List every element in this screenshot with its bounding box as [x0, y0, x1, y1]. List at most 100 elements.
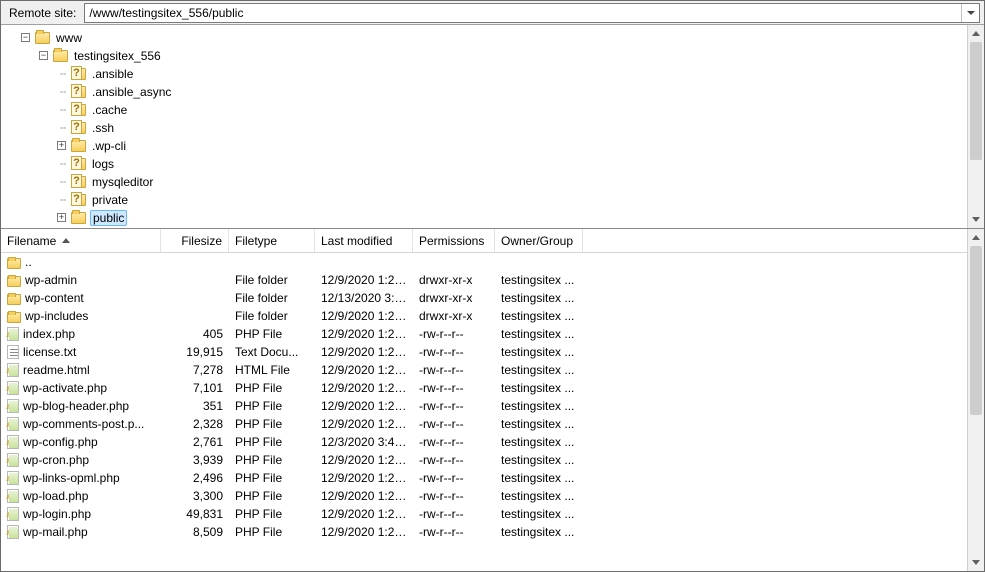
file-perm: -rw-r--r--	[413, 453, 495, 467]
file-row[interactable]: wp-adminFile folder12/9/2020 1:22:...drw…	[1, 271, 967, 289]
file-mod: 12/3/2020 3:43:...	[315, 435, 413, 449]
tree-node[interactable]: mysqleditor	[71, 173, 967, 191]
file-size: 2,328	[161, 417, 229, 431]
file-size: 405	[161, 327, 229, 341]
tree-node[interactable]: +.wp-cli	[71, 137, 967, 155]
remote-path-dropdown-button[interactable]	[961, 4, 979, 22]
scroll-track[interactable]	[968, 246, 984, 554]
php-icon	[7, 525, 19, 539]
file-row[interactable]: license.txt19,915Text Docu...12/9/2020 1…	[1, 343, 967, 361]
tree-label: testingsitex_556	[72, 49, 163, 63]
file-size: 3,939	[161, 453, 229, 467]
remote-path-input[interactable]	[85, 4, 961, 22]
collapse-icon[interactable]: −	[21, 33, 30, 42]
file-own: testingsitex ...	[495, 525, 583, 539]
remote-file-list-pane: Filename Filesize Filetype Last modified…	[1, 229, 984, 571]
file-mod: 12/9/2020 1:22:...	[315, 273, 413, 287]
file-name-cell: wp-activate.php	[1, 381, 161, 395]
php-icon	[7, 453, 19, 467]
file-row[interactable]: wp-includesFile folder12/9/2020 1:23:...…	[1, 307, 967, 325]
file-name-cell: wp-links-opml.php	[1, 471, 161, 485]
chevron-down-icon	[972, 560, 980, 565]
file-row[interactable]: wp-links-opml.php2,496PHP File12/9/2020 …	[1, 469, 967, 487]
file-perm: drwxr-xr-x	[413, 309, 495, 323]
scroll-down-button[interactable]	[968, 211, 984, 228]
scroll-thumb[interactable]	[970, 42, 982, 160]
expand-icon[interactable]: +	[57, 141, 66, 150]
file-type: Text Docu...	[229, 345, 315, 359]
file-row[interactable]: readme.html7,278HTML File12/9/2020 1:22:…	[1, 361, 967, 379]
column-header-owner[interactable]: Owner/Group	[495, 229, 583, 252]
file-row[interactable]: wp-mail.php8,509PHP File12/9/2020 1:22:.…	[1, 523, 967, 541]
file-own: testingsitex ...	[495, 507, 583, 521]
file-row[interactable]: wp-blog-header.php351PHP File12/9/2020 1…	[1, 397, 967, 415]
tree-scrollbar[interactable]	[967, 25, 984, 228]
tree-node[interactable]: private	[71, 191, 967, 209]
file-perm: -rw-r--r--	[413, 417, 495, 431]
collapse-icon[interactable]: −	[39, 51, 48, 60]
chevron-down-icon	[972, 217, 980, 222]
expand-icon[interactable]: +	[57, 213, 66, 222]
filelist-scrollbar[interactable]	[967, 229, 984, 571]
column-header-filesize[interactable]: Filesize	[161, 229, 229, 252]
file-row[interactable]: wp-activate.php7,101PHP File12/9/2020 1:…	[1, 379, 967, 397]
file-row[interactable]: wp-load.php3,300PHP File12/9/2020 1:22:.…	[1, 487, 967, 505]
file-own: testingsitex ...	[495, 273, 583, 287]
file-row[interactable]: wp-login.php49,831PHP File12/9/2020 1:22…	[1, 505, 967, 523]
file-mod: 12/13/2020 3:4...	[315, 291, 413, 305]
tree-node-www[interactable]: − www	[35, 29, 967, 47]
file-row[interactable]: index.php405PHP File12/9/2020 1:22:...-r…	[1, 325, 967, 343]
tree-leaf-icon	[60, 127, 66, 129]
tree-node-site[interactable]: − testingsitex_556	[53, 47, 967, 65]
remote-path-field-wrap[interactable]	[84, 3, 980, 23]
file-own: testingsitex ...	[495, 309, 583, 323]
scroll-up-button[interactable]	[968, 229, 984, 246]
tree-node[interactable]: .ansible	[71, 65, 967, 83]
file-name-cell: wp-login.php	[1, 507, 161, 521]
scroll-thumb[interactable]	[970, 246, 982, 415]
tree-node[interactable]: logs	[71, 155, 967, 173]
folder-unknown-icon	[71, 104, 86, 116]
tree-label: .ssh	[90, 121, 116, 135]
sort-asc-icon	[62, 238, 70, 243]
file-list-headers: Filename Filesize Filetype Last modified…	[1, 229, 967, 253]
file-own: testingsitex ...	[495, 453, 583, 467]
chevron-up-icon	[972, 235, 980, 240]
column-header-label: Filetype	[235, 234, 277, 248]
file-row[interactable]: wp-cron.php3,939PHP File12/9/2020 1:22:.…	[1, 451, 967, 469]
column-header-filename[interactable]: Filename	[1, 229, 161, 252]
scroll-track[interactable]	[968, 42, 984, 211]
file-row[interactable]: wp-comments-post.p...2,328PHP File12/9/2…	[1, 415, 967, 433]
file-row[interactable]: wp-config.php2,761PHP File12/3/2020 3:43…	[1, 433, 967, 451]
tree-node[interactable]: +public	[71, 209, 967, 227]
file-name-cell: wp-load.php	[1, 489, 161, 503]
file-name-cell: wp-mail.php	[1, 525, 161, 539]
scroll-down-button[interactable]	[968, 554, 984, 571]
file-row[interactable]: wp-contentFile folder12/13/2020 3:4...dr…	[1, 289, 967, 307]
file-size: 351	[161, 399, 229, 413]
tree-node[interactable]: .ssh	[71, 119, 967, 137]
file-list-rows[interactable]: ..wp-adminFile folder12/9/2020 1:22:...d…	[1, 253, 967, 571]
file-mod: 12/9/2020 1:22:...	[315, 363, 413, 377]
file-row[interactable]: ..	[1, 253, 967, 271]
file-mod: 12/9/2020 1:22:...	[315, 489, 413, 503]
file-mod: 12/9/2020 1:22:...	[315, 525, 413, 539]
remote-tree[interactable]: − www − testingsitex_556 .ansible.ansibl…	[1, 25, 967, 228]
chevron-up-icon	[972, 31, 980, 36]
file-own: testingsitex ...	[495, 417, 583, 431]
php-icon	[7, 435, 19, 449]
column-header-permissions[interactable]: Permissions	[413, 229, 495, 252]
remote-panel: Remote site: − www	[0, 0, 985, 572]
scroll-up-button[interactable]	[968, 25, 984, 42]
file-name: wp-includes	[25, 309, 88, 323]
column-header-modified[interactable]: Last modified	[315, 229, 413, 252]
file-size: 49,831	[161, 507, 229, 521]
remote-tree-pane: − www − testingsitex_556 .ansible.ansibl…	[1, 25, 984, 229]
column-header-filetype[interactable]: Filetype	[229, 229, 315, 252]
tree-node[interactable]: .ansible_async	[71, 83, 967, 101]
tree-node[interactable]: .cache	[71, 101, 967, 119]
file-name: wp-mail.php	[23, 525, 88, 539]
file-own: testingsitex ...	[495, 471, 583, 485]
file-name: wp-login.php	[23, 507, 91, 521]
file-mod: 12/9/2020 1:22:...	[315, 507, 413, 521]
